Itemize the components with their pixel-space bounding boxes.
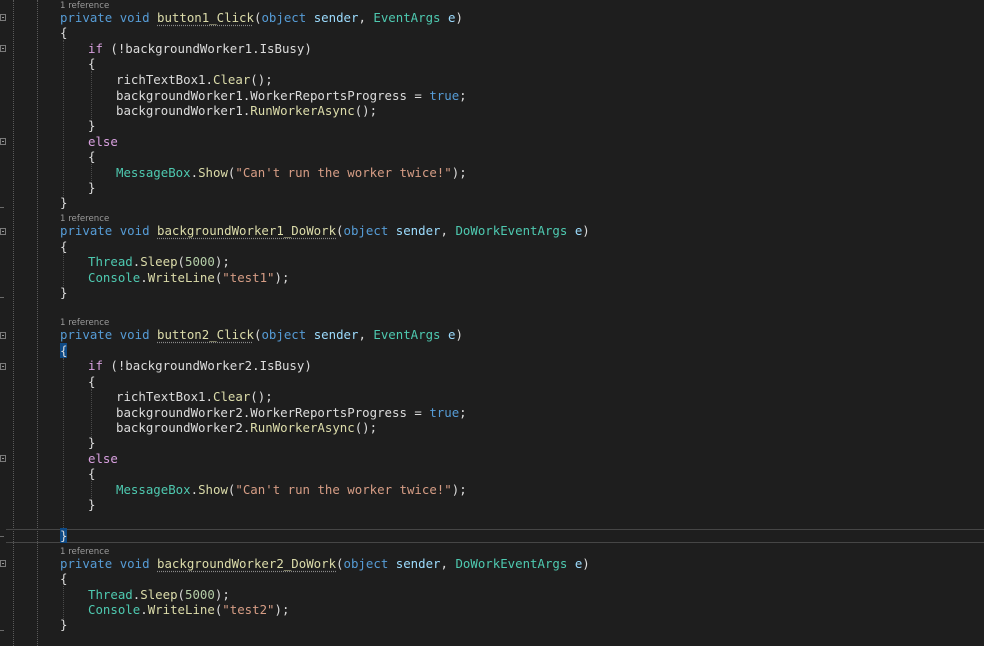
matching-brace-open: { xyxy=(60,343,68,358)
code-line[interactable]: Thread.Sleep(5000); xyxy=(88,254,230,269)
matching-brace-close: } xyxy=(60,528,68,543)
code-line[interactable]: richTextBox1.Clear(); xyxy=(116,72,273,87)
fold-end-marker xyxy=(0,297,4,298)
fold-end-marker xyxy=(0,207,4,208)
code-line[interactable]: } xyxy=(88,497,95,512)
code-line[interactable]: Console.WriteLine("test1"); xyxy=(88,270,289,285)
fold-end-marker xyxy=(0,536,4,537)
code-line[interactable]: { xyxy=(88,374,95,389)
code-line[interactable]: backgroundWorker2.RunWorkerAsync(); xyxy=(116,420,377,435)
code-line[interactable]: } xyxy=(88,118,95,133)
code-line[interactable]: } xyxy=(60,617,67,632)
current-line-highlight xyxy=(6,529,984,543)
indent-guide xyxy=(63,40,64,198)
code-line[interactable]: private void button1_Click(object sender… xyxy=(60,10,463,25)
indent-guide xyxy=(63,586,64,621)
collapse-block-icon[interactable] xyxy=(0,455,6,462)
collapse-block-icon[interactable] xyxy=(0,45,6,52)
collapse-method-icon[interactable] xyxy=(0,14,6,21)
code-line[interactable]: { xyxy=(88,466,95,481)
code-line[interactable]: backgroundWorker1.WorkerReportsProgress … xyxy=(116,88,467,103)
code-line[interactable]: } xyxy=(88,435,95,450)
collapse-block-icon[interactable] xyxy=(0,138,6,145)
collapse-method-icon[interactable] xyxy=(0,332,6,339)
code-line[interactable]: MessageBox.Show("Can't run the worker tw… xyxy=(116,165,467,180)
code-line[interactable]: else xyxy=(88,134,118,149)
code-line[interactable]: else xyxy=(88,451,118,466)
code-line[interactable]: if (!backgroundWorker2.IsBusy) xyxy=(88,358,312,373)
code-line[interactable]: backgroundWorker1.RunWorkerAsync(); xyxy=(116,103,377,118)
code-line[interactable]: } xyxy=(88,180,95,195)
code-editor[interactable]: 1 reference private void button1_Click(o… xyxy=(0,0,984,646)
collapse-method-icon[interactable] xyxy=(0,228,6,235)
code-line[interactable]: } xyxy=(60,285,67,300)
code-line[interactable]: private void backgroundWorker2_DoWork(ob… xyxy=(60,556,590,571)
code-line[interactable]: backgroundWorker2.WorkerReportsProgress … xyxy=(116,405,467,420)
indent-guide xyxy=(91,389,92,439)
code-line[interactable]: MessageBox.Show("Can't run the worker tw… xyxy=(116,482,467,497)
fold-end-marker xyxy=(0,630,4,631)
code-line[interactable]: { xyxy=(60,571,67,586)
code-line[interactable]: { xyxy=(60,25,67,40)
collapse-method-icon[interactable] xyxy=(0,560,6,567)
code-line[interactable]: richTextBox1.Clear(); xyxy=(116,389,273,404)
outline-guide-line xyxy=(37,0,38,646)
code-line[interactable]: } xyxy=(60,528,68,543)
code-line[interactable]: private void backgroundWorker1_DoWork(ob… xyxy=(60,223,590,238)
code-line[interactable]: } xyxy=(60,195,67,210)
change-tracking-line xyxy=(13,0,14,646)
code-line[interactable]: if (!backgroundWorker1.IsBusy) xyxy=(88,41,312,56)
indent-guide xyxy=(91,71,92,121)
code-line[interactable]: private void button2_Click(object sender… xyxy=(60,327,463,342)
indent-guide xyxy=(63,358,64,528)
code-line[interactable]: Thread.Sleep(5000); xyxy=(88,587,230,602)
code-line[interactable]: { xyxy=(88,56,95,71)
indent-guide xyxy=(63,253,64,288)
code-line[interactable]: { xyxy=(88,149,95,164)
code-line[interactable]: { xyxy=(60,343,68,358)
code-line[interactable]: { xyxy=(60,239,67,254)
code-line[interactable]: Console.WriteLine("test2"); xyxy=(88,602,289,617)
collapse-block-icon[interactable] xyxy=(0,363,6,370)
editor-margin xyxy=(0,0,60,646)
